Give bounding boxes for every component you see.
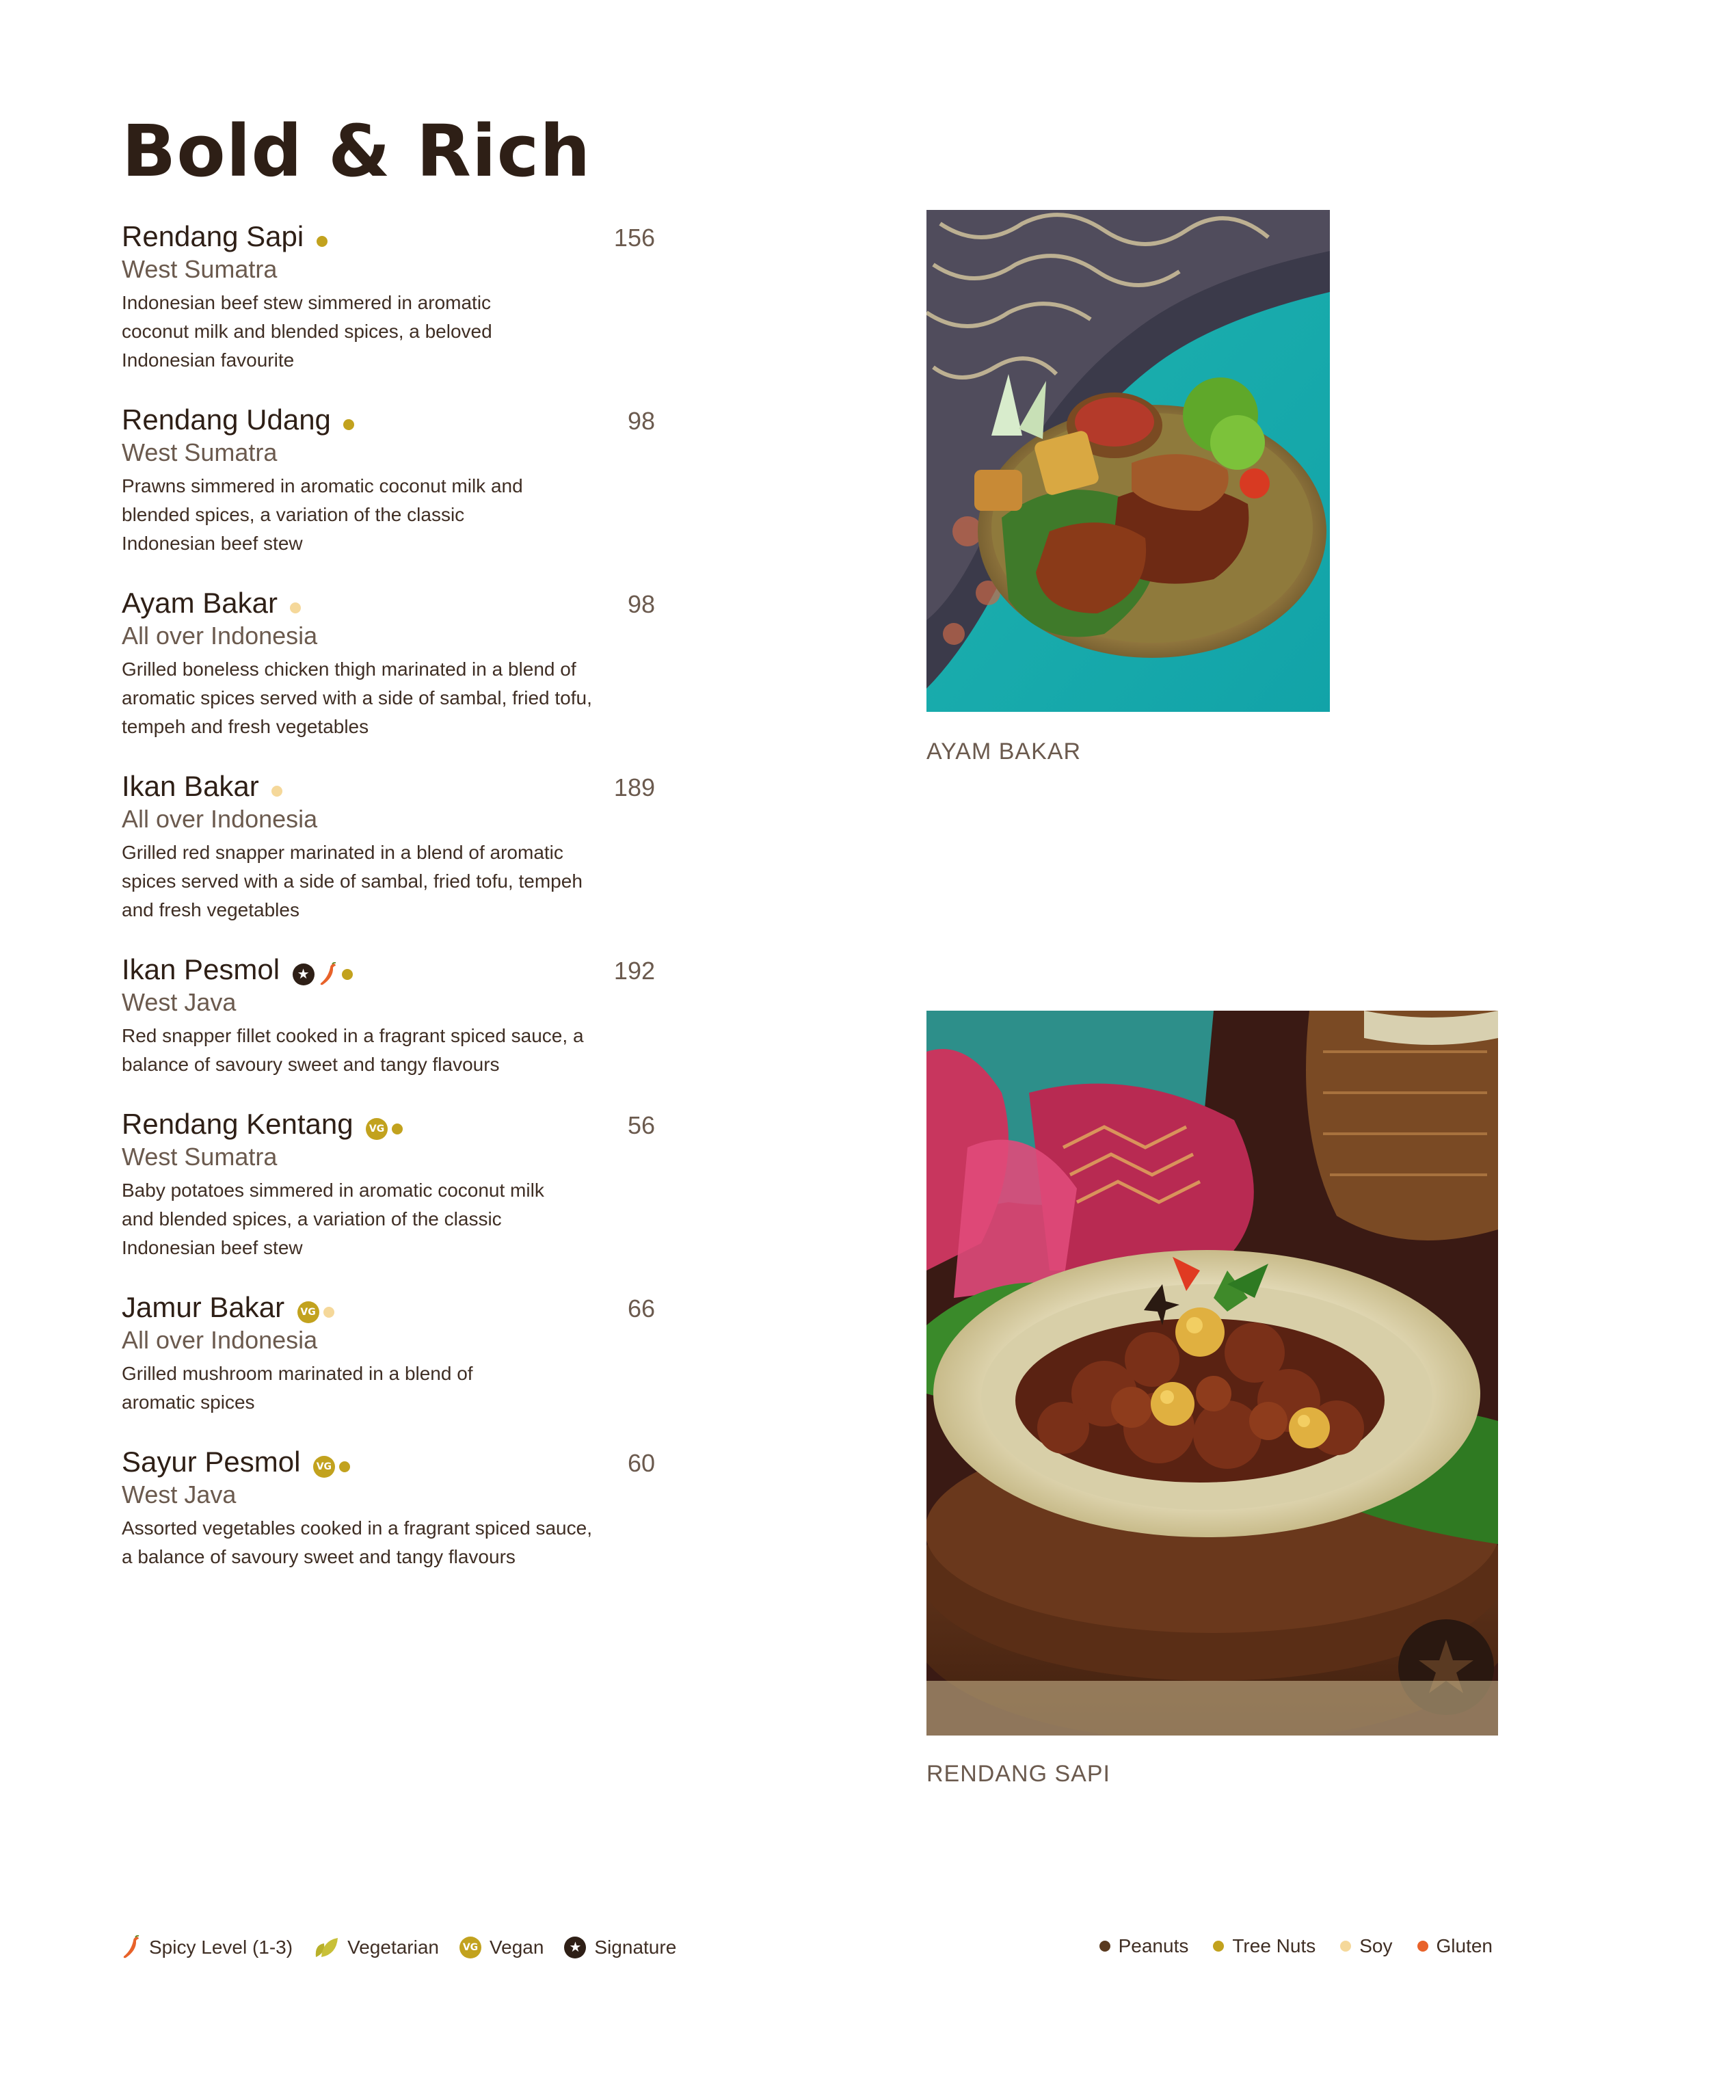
photo-ayam-bakar xyxy=(926,210,1330,712)
item-description: Indonesian beef stew simmered in aromati… xyxy=(122,292,492,371)
legend-spicy: Spicy Level (1-3) xyxy=(122,1935,293,1960)
chili-icon xyxy=(320,961,336,985)
photo-caption: RENDANG SAPI xyxy=(926,1761,1110,1787)
item-description: Grilled red snapper marinated in a blend… xyxy=(122,842,583,920)
legend-label: Vegetarian xyxy=(347,1937,439,1958)
tree-nuts-dot xyxy=(1213,1941,1225,1952)
tree-nuts-dot xyxy=(338,1461,350,1472)
legend-label: Vegan xyxy=(489,1937,544,1958)
chili-icon xyxy=(123,1935,139,1958)
legend-label: Spicy Level (1-3) xyxy=(149,1937,293,1958)
item-region: West Java xyxy=(122,1480,237,1508)
vegan-icon: VG xyxy=(459,1937,481,1958)
menu-item-rendang-sapi: Rendang Sapi 156 West Sumatra Indonesian… xyxy=(122,219,655,375)
item-name: Ikan Pesmol xyxy=(122,953,280,985)
legend-tree-nuts: Tree Nuts xyxy=(1213,1935,1316,1957)
item-region: All over Indonesia xyxy=(122,1326,318,1354)
item-name: Ayam Bakar xyxy=(122,587,278,619)
item-price: 56 xyxy=(627,1111,655,1139)
tree-nuts-dot xyxy=(341,968,353,980)
item-price: 192 xyxy=(613,957,655,985)
peanuts-dot xyxy=(1099,1941,1110,1952)
legend-label: Signature xyxy=(594,1937,677,1958)
item-price: 60 xyxy=(627,1449,655,1477)
tree-nuts-dot xyxy=(343,418,355,430)
menu-item-jamur-bakar: Jamur Bakar VG 66 All over Indonesia Gri… xyxy=(122,1290,655,1417)
vegan-icon: VG xyxy=(366,1117,388,1140)
leaf-icon xyxy=(315,1938,338,1957)
legend-label: Tree Nuts xyxy=(1232,1935,1316,1956)
photo-caption: AYAM BAKAR xyxy=(926,739,1082,765)
item-region: West Sumatra xyxy=(122,1143,278,1171)
vegan-icon: VG xyxy=(312,1455,335,1478)
signature-icon: ★ xyxy=(292,963,315,985)
item-region: West Java xyxy=(122,988,237,1016)
item-description: Grilled boneless chicken thigh marinated… xyxy=(122,659,592,737)
menu-item-rendang-kentang: Rendang Kentang VG 56 West Sumatra Baby … xyxy=(122,1106,655,1262)
legend-label: Gluten xyxy=(1436,1935,1493,1956)
item-name: Rendang Sapi xyxy=(122,220,304,252)
legend-signature: ★ Signature xyxy=(564,1937,676,1958)
item-region: All over Indonesia xyxy=(122,622,318,650)
gluten-dot xyxy=(1417,1941,1428,1952)
photo-rendang-sapi xyxy=(926,1011,1498,1736)
page-title: Bold & Rich xyxy=(122,109,591,193)
item-description: Assorted vegetables cooked in a fragrant… xyxy=(122,1517,592,1567)
item-region: West Sumatra xyxy=(122,438,278,466)
legend-label: Peanuts xyxy=(1118,1935,1189,1956)
legend-allergens: Peanuts Tree Nuts Soy Gluten xyxy=(1075,1935,1493,1957)
item-price: 189 xyxy=(613,773,655,801)
item-region: West Sumatra xyxy=(122,255,278,283)
soy-dot xyxy=(271,785,283,797)
tree-nuts-dot xyxy=(392,1123,403,1134)
legend-peanuts: Peanuts xyxy=(1099,1935,1189,1957)
legend-vegetarian: Vegetarian xyxy=(313,1937,439,1958)
item-name: Ikan Bakar xyxy=(122,770,259,802)
menu-item-ikan-bakar: Ikan Bakar 189 All over Indonesia Grille… xyxy=(122,769,655,925)
item-name: Sayur Pesmol xyxy=(122,1446,301,1478)
signature-icon: ★ xyxy=(564,1937,587,1958)
tree-nuts-dot xyxy=(316,235,328,247)
menu-item-ikan-pesmol: Ikan Pesmol ★ 192 West Java Red snapper … xyxy=(122,952,655,1079)
item-price: 98 xyxy=(627,590,655,618)
soy-dot xyxy=(290,602,302,613)
legend-soy: Soy xyxy=(1340,1935,1393,1957)
soy-dot xyxy=(1340,1941,1352,1952)
item-description: Grilled mushroom marinated in a blend of… xyxy=(122,1363,473,1413)
item-description: Red snapper fillet cooked in a fragrant … xyxy=(122,1025,584,1075)
legend-dietary: Spicy Level (1-3) Vegetarian VG Vegan ★ … xyxy=(122,1935,697,1960)
item-description: Baby potatoes simmered in aromatic cocon… xyxy=(122,1180,544,1258)
item-price: 98 xyxy=(627,407,655,435)
item-name: Jamur Bakar xyxy=(122,1291,285,1323)
menu-item-sayur-pesmol: Sayur Pesmol VG 60 West Java Assorted ve… xyxy=(122,1444,655,1571)
legend-vegan: VG Vegan xyxy=(459,1937,544,1958)
menu-item-ayam-bakar: Ayam Bakar 98 All over Indonesia Grilled… xyxy=(122,585,655,741)
item-price: 66 xyxy=(627,1294,655,1323)
vegan-icon: VG xyxy=(297,1301,319,1323)
item-name: Rendang Udang xyxy=(122,403,331,436)
legend-gluten: Gluten xyxy=(1417,1935,1493,1957)
item-description: Prawns simmered in aromatic coconut milk… xyxy=(122,475,523,554)
soy-dot xyxy=(323,1306,334,1318)
menu-item-rendang-udang: Rendang Udang 98 West Sumatra Prawns sim… xyxy=(122,402,655,558)
legend-label: Soy xyxy=(1359,1935,1393,1956)
item-price: 156 xyxy=(613,224,655,252)
item-region: All over Indonesia xyxy=(122,805,318,833)
item-name: Rendang Kentang xyxy=(122,1108,353,1140)
